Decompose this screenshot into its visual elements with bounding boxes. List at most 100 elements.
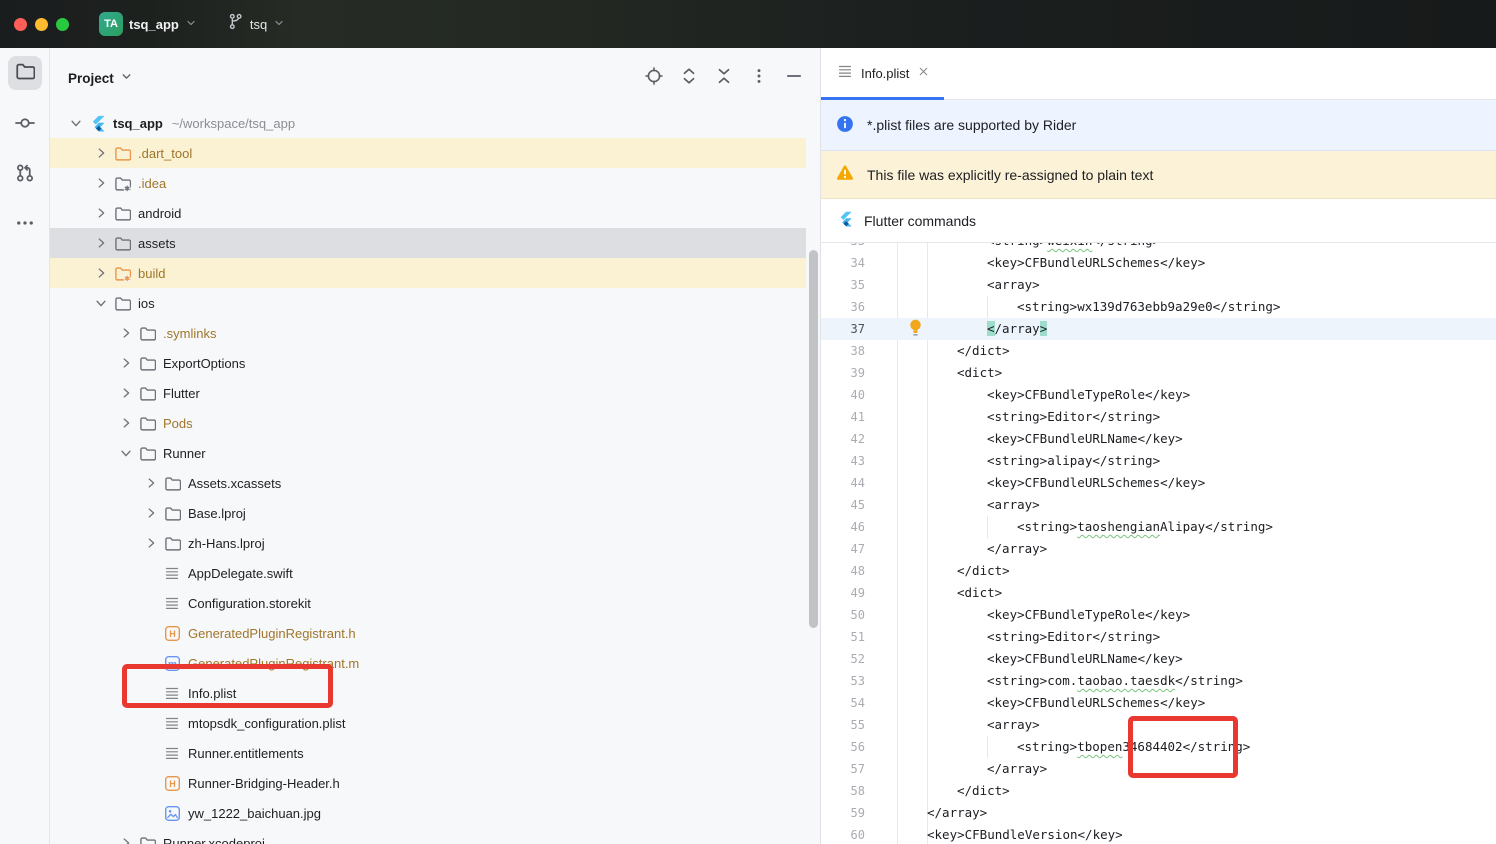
tree-item-yw-1222-baichuan-jpg[interactable]: yw_1222_baichuan.jpg bbox=[50, 798, 806, 828]
project-panel-title[interactable]: Project bbox=[68, 71, 114, 86]
code-line-54[interactable]: 54<key>CFBundleURLSchemes</key> bbox=[821, 692, 1496, 714]
tree-item-mtopsdk-configuration-plist[interactable]: mtopsdk_configuration.plist bbox=[50, 708, 806, 738]
tree-item--symlinks[interactable]: .symlinks bbox=[50, 318, 806, 348]
code-line-40[interactable]: 40<key>CFBundleTypeRole</key> bbox=[821, 384, 1496, 406]
code-area[interactable]: 33<string>weixin</string>34<key>CFBundle… bbox=[821, 243, 1496, 844]
code-line-48[interactable]: 48</dict> bbox=[821, 560, 1496, 582]
chevron-right-icon[interactable] bbox=[114, 356, 138, 370]
code-line-36[interactable]: 36<string>wx139d763ebb9a29e0</string> bbox=[821, 296, 1496, 318]
tree-item-runner-xcodeproj[interactable]: Runner.xcodeproj bbox=[50, 828, 806, 844]
options-button[interactable] bbox=[749, 68, 769, 88]
code-line-60[interactable]: 60<key>CFBundleVersion</key> bbox=[821, 824, 1496, 844]
stripe-button-commit[interactable] bbox=[8, 108, 42, 142]
line-number[interactable]: 35 bbox=[821, 274, 865, 296]
chevron-right-icon[interactable] bbox=[89, 236, 113, 250]
tree-item-assets-xcassets[interactable]: Assets.xcassets bbox=[50, 468, 806, 498]
tree-item-runner-entitlements[interactable]: Runner.entitlements bbox=[50, 738, 806, 768]
project-widget[interactable]: TA tsq_app bbox=[93, 8, 203, 40]
line-number[interactable]: 58 bbox=[821, 780, 865, 802]
line-number[interactable]: 40 bbox=[821, 384, 865, 406]
zoom-window-button[interactable] bbox=[56, 18, 69, 31]
line-number[interactable]: 53 bbox=[821, 670, 865, 692]
code-line-49[interactable]: 49<dict> bbox=[821, 582, 1496, 604]
branch-widget[interactable]: tsq bbox=[221, 9, 291, 39]
chevron-down-icon[interactable] bbox=[114, 446, 138, 460]
code-line-56[interactable]: 56<string>tbopen34684402</string> bbox=[821, 736, 1496, 758]
tree-item-android[interactable]: android bbox=[50, 198, 806, 228]
tree-item-zh-hans-lproj[interactable]: zh-Hans.lproj bbox=[50, 528, 806, 558]
chevron-right-icon[interactable] bbox=[139, 476, 163, 490]
collapse-all-button[interactable] bbox=[714, 68, 734, 88]
hide-button[interactable] bbox=[784, 68, 804, 88]
code-line-38[interactable]: 38</dict> bbox=[821, 340, 1496, 362]
code-line-46[interactable]: 46<string>taoshengianAlipay</string> bbox=[821, 516, 1496, 538]
line-number[interactable]: 33 bbox=[821, 243, 865, 252]
line-number[interactable]: 54 bbox=[821, 692, 865, 714]
line-number[interactable]: 46 bbox=[821, 516, 865, 538]
chevron-right-icon[interactable] bbox=[89, 206, 113, 220]
tree-item-ios[interactable]: ios bbox=[50, 288, 806, 318]
line-number[interactable]: 50 bbox=[821, 604, 865, 626]
code-line-37[interactable]: 37</array> bbox=[821, 318, 1496, 340]
chevron-right-icon[interactable] bbox=[89, 176, 113, 190]
locate-button[interactable] bbox=[644, 68, 664, 88]
line-number[interactable]: 55 bbox=[821, 714, 865, 736]
tree-item--dart-tool[interactable]: .dart_tool bbox=[50, 138, 806, 168]
line-number[interactable]: 39 bbox=[821, 362, 865, 384]
line-number[interactable]: 47 bbox=[821, 538, 865, 560]
stripe-button-pull-requests[interactable] bbox=[8, 158, 42, 192]
code-line-59[interactable]: 59</array> bbox=[821, 802, 1496, 824]
tree-item--idea[interactable]: .idea bbox=[50, 168, 806, 198]
chevron-right-icon[interactable] bbox=[89, 146, 113, 160]
tree-item-runner-bridging-header-h[interactable]: HRunner-Bridging-Header.h bbox=[50, 768, 806, 798]
tree-item-flutter[interactable]: Flutter bbox=[50, 378, 806, 408]
expand-all-button[interactable] bbox=[679, 68, 699, 88]
line-number[interactable]: 38 bbox=[821, 340, 865, 362]
chevron-right-icon[interactable] bbox=[89, 266, 113, 280]
chevron-down-icon[interactable] bbox=[64, 116, 88, 130]
line-number[interactable]: 36 bbox=[821, 296, 865, 318]
tab-info-plist[interactable]: Info.plist bbox=[821, 48, 944, 99]
line-number[interactable]: 60 bbox=[821, 824, 865, 844]
tree-item-pods[interactable]: Pods bbox=[50, 408, 806, 438]
chevron-right-icon[interactable] bbox=[114, 836, 138, 844]
tree-item-tsq-app[interactable]: tsq_app~/workspace/tsq_app bbox=[50, 108, 806, 138]
line-number[interactable]: 56 bbox=[821, 736, 865, 758]
code-line-39[interactable]: 39<dict> bbox=[821, 362, 1496, 384]
tree-item-base-lproj[interactable]: Base.lproj bbox=[50, 498, 806, 528]
code-line-42[interactable]: 42<key>CFBundleURLName</key> bbox=[821, 428, 1496, 450]
chevron-right-icon[interactable] bbox=[114, 326, 138, 340]
code-line-52[interactable]: 52<key>CFBundleURLName</key> bbox=[821, 648, 1496, 670]
tree-item-assets[interactable]: assets bbox=[50, 228, 806, 258]
tree-item-configuration-storekit[interactable]: Configuration.storekit bbox=[50, 588, 806, 618]
line-number[interactable]: 59 bbox=[821, 802, 865, 824]
line-number[interactable]: 34 bbox=[821, 252, 865, 274]
code-line-57[interactable]: 57</array> bbox=[821, 758, 1496, 780]
close-window-button[interactable] bbox=[14, 18, 27, 31]
code-line-43[interactable]: 43<string>alipay</string> bbox=[821, 450, 1496, 472]
line-number[interactable]: 57 bbox=[821, 758, 865, 780]
chevron-right-icon[interactable] bbox=[114, 386, 138, 400]
code-line-44[interactable]: 44<key>CFBundleURLSchemes</key> bbox=[821, 472, 1496, 494]
minimize-window-button[interactable] bbox=[35, 18, 48, 31]
tree-item-generatedpluginregistrant-m[interactable]: mGeneratedPluginRegistrant.m bbox=[50, 648, 806, 678]
chevron-right-icon[interactable] bbox=[139, 506, 163, 520]
line-number[interactable]: 44 bbox=[821, 472, 865, 494]
line-number[interactable]: 51 bbox=[821, 626, 865, 648]
line-number[interactable]: 52 bbox=[821, 648, 865, 670]
code-line-50[interactable]: 50<key>CFBundleTypeRole</key> bbox=[821, 604, 1496, 626]
code-line-41[interactable]: 41<string>Editor</string> bbox=[821, 406, 1496, 428]
chevron-down-icon[interactable] bbox=[120, 70, 133, 88]
flutter-commands-bar[interactable]: Flutter commands bbox=[821, 199, 1496, 243]
line-number[interactable]: 45 bbox=[821, 494, 865, 516]
tree-scrollbar[interactable] bbox=[809, 250, 818, 628]
tree-item-generatedpluginregistrant-h[interactable]: HGeneratedPluginRegistrant.h bbox=[50, 618, 806, 648]
stripe-button-more[interactable] bbox=[8, 208, 42, 242]
code-line-35[interactable]: 35<array> bbox=[821, 274, 1496, 296]
line-number[interactable]: 43 bbox=[821, 450, 865, 472]
line-number[interactable]: 41 bbox=[821, 406, 865, 428]
code-line-58[interactable]: 58</dict> bbox=[821, 780, 1496, 802]
tree-item-runner[interactable]: Runner bbox=[50, 438, 806, 468]
chevron-down-icon[interactable] bbox=[89, 296, 113, 310]
tree-item-build[interactable]: build bbox=[50, 258, 806, 288]
